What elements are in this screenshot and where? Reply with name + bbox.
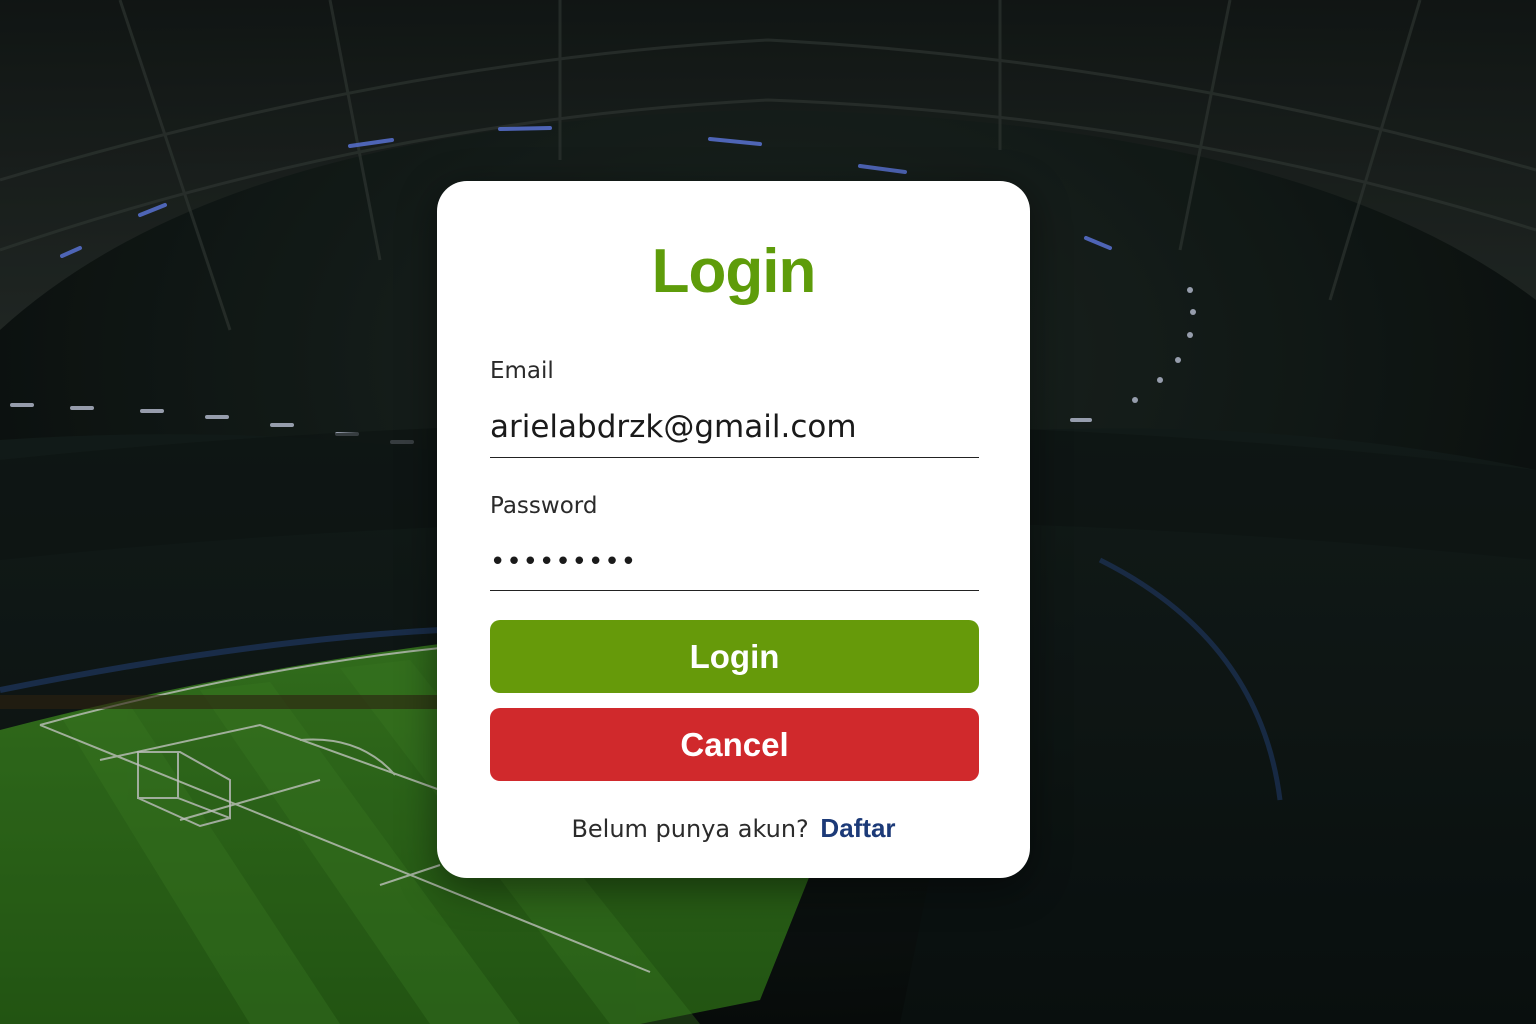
login-card: Login Email Password Login Cancel Belum … [437, 181, 1030, 878]
login-title: Login [651, 237, 817, 306]
password-field[interactable] [490, 541, 979, 591]
login-button[interactable]: Login [490, 620, 979, 693]
signup-prompt-row: Belum punya akun? Daftar [437, 813, 1030, 844]
email-label: Email [490, 358, 554, 384]
cancel-button[interactable]: Cancel [490, 708, 979, 781]
signup-link[interactable]: Daftar [820, 813, 895, 843]
login-screen: Login Email Password Login Cancel Belum … [0, 0, 1536, 1024]
password-label: Password [490, 493, 598, 519]
signup-prompt-text: Belum punya akun? [571, 815, 809, 843]
email-field[interactable] [490, 405, 979, 458]
